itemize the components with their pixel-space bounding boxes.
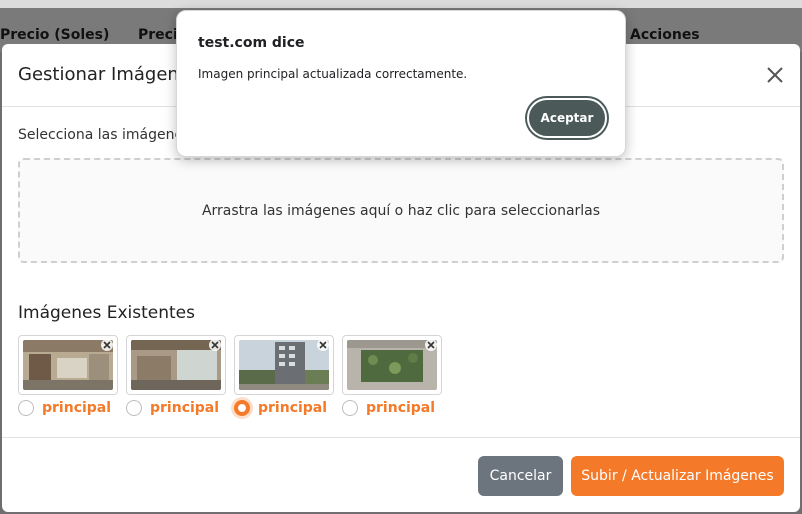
principal-radio[interactable]	[342, 400, 358, 416]
image-dropzone[interactable]: Arrastra las imágenes aquí o haz clic pa…	[18, 158, 784, 263]
modal-footer: Cancelar Subir / Actualizar Imágenes	[2, 437, 800, 512]
cancel-button[interactable]: Cancelar	[478, 456, 563, 496]
alert-origin: test.com dice	[198, 35, 305, 51]
modal-title: Gestionar Imágenes	[18, 64, 200, 85]
browser-alert-dialog: test.com dice Imagen principal actualiza…	[176, 10, 626, 157]
image-thumbnail[interactable]	[342, 335, 442, 395]
table-header-price-soles: Precio (Soles)	[0, 27, 110, 43]
close-icon[interactable]	[764, 64, 786, 86]
dropzone-text: Arrastra las imágenes aquí o haz clic pa…	[201, 202, 601, 219]
image-thumbnail[interactable]	[234, 335, 334, 395]
remove-image-icon[interactable]	[208, 338, 222, 352]
principal-label: principal	[150, 400, 220, 416]
alert-message: Imagen principal actualizada correctamen…	[198, 67, 468, 81]
accept-button[interactable]: Aceptar	[527, 98, 607, 138]
image-thumbnail[interactable]	[18, 335, 118, 395]
existing-images-title: Imágenes Existentes	[18, 303, 195, 323]
remove-image-icon[interactable]	[316, 338, 330, 352]
principal-option[interactable]: principal	[18, 398, 111, 418]
image-thumbnail[interactable]	[126, 335, 226, 395]
principal-radio[interactable]	[126, 400, 142, 416]
remove-image-icon[interactable]	[100, 338, 114, 352]
principal-radio-selected[interactable]	[234, 400, 250, 416]
principal-option[interactable]: principal	[342, 398, 435, 418]
principal-option[interactable]: principal	[234, 398, 327, 418]
browser-topbar	[0, 0, 802, 8]
principal-label: principal	[42, 400, 112, 416]
remove-image-icon[interactable]	[424, 338, 438, 352]
select-images-label: Selecciona las imágenes	[18, 127, 191, 143]
principal-label: principal	[366, 400, 436, 416]
principal-radio[interactable]	[18, 400, 34, 416]
upload-update-images-button[interactable]: Subir / Actualizar Imágenes	[571, 456, 784, 496]
principal-label: principal	[258, 400, 328, 416]
table-header-actions: Acciones	[630, 27, 700, 43]
principal-option[interactable]: principal	[126, 398, 219, 418]
